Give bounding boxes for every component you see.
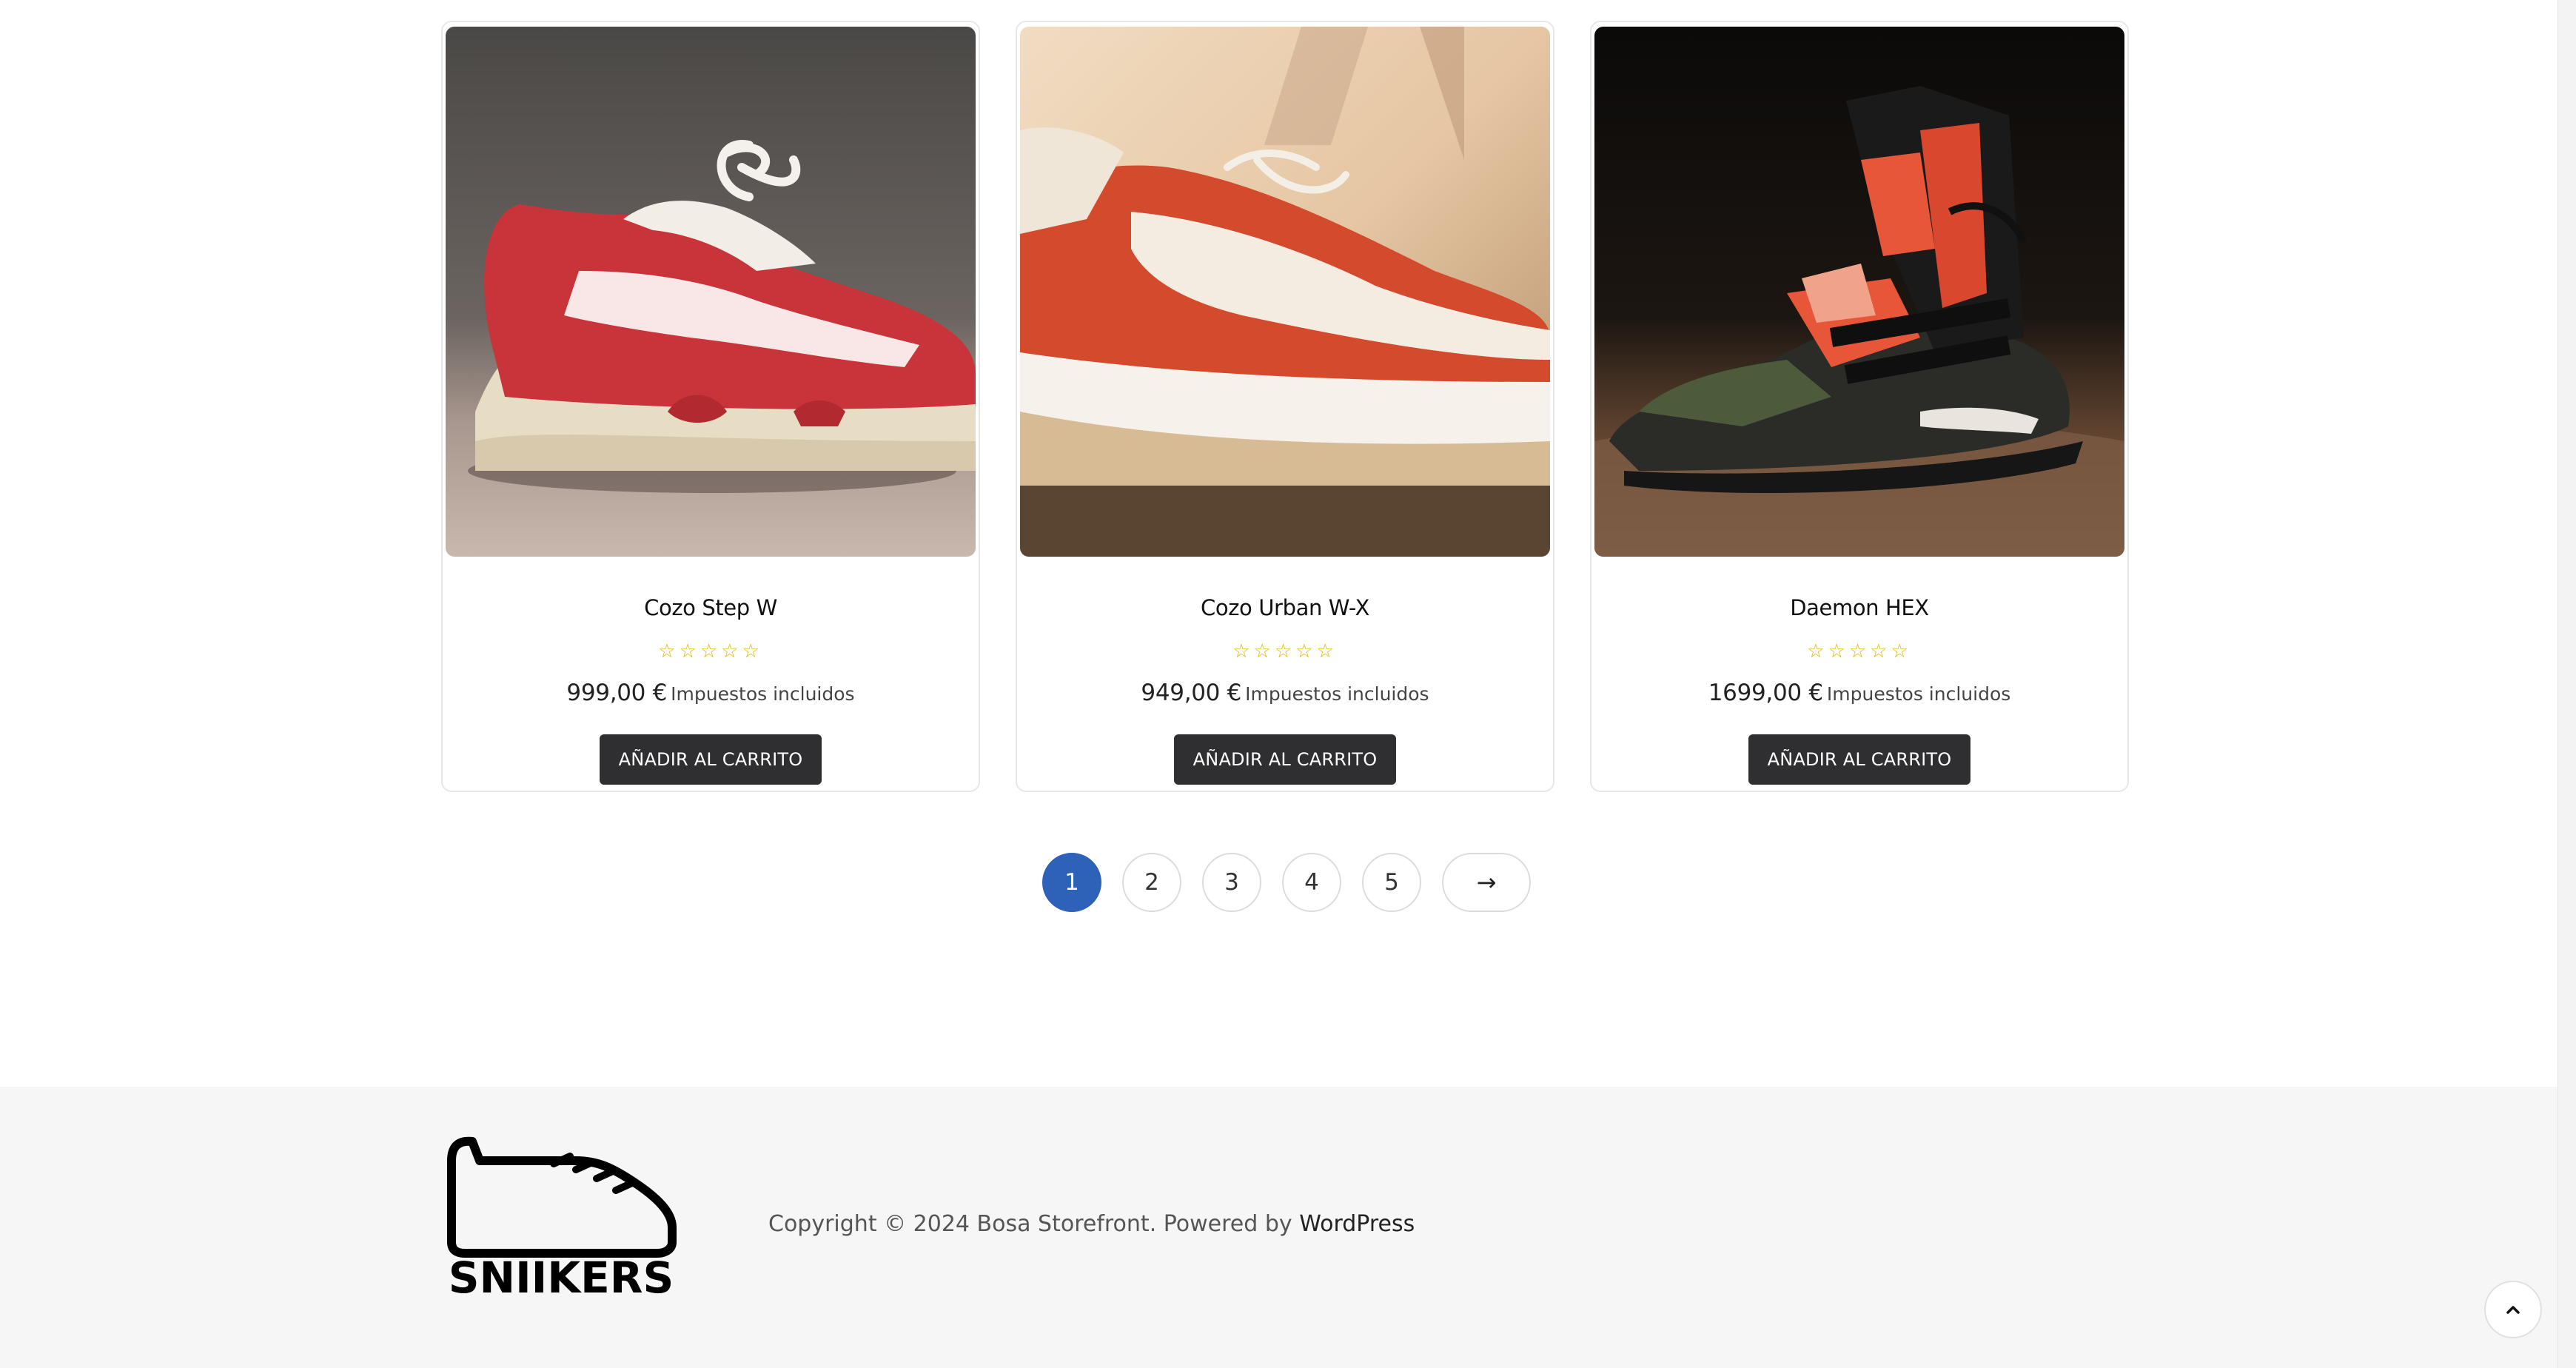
page-3-button[interactable]: 3 xyxy=(1202,853,1261,912)
page-5-button[interactable]: 5 xyxy=(1362,853,1421,912)
page-4-button[interactable]: 4 xyxy=(1282,853,1341,912)
product-card: Cozo Step W ☆☆☆☆☆ 999,00 € Impuestos inc… xyxy=(441,21,980,792)
price-line: 1699,00 € Impuestos incluidos xyxy=(1591,680,2127,706)
product-title[interactable]: Cozo Urban W-X xyxy=(1017,595,1553,620)
product-grid-section: Cozo Step W ☆☆☆☆☆ 999,00 € Impuestos inc… xyxy=(0,0,2558,1087)
product-card: Cozo Urban W-X ☆☆☆☆☆ 949,00 € Impuestos … xyxy=(1016,21,1554,792)
scrollbar[interactable] xyxy=(2557,0,2576,1368)
star-rating: ☆☆☆☆☆ xyxy=(658,640,763,662)
product-card: Daemon HEX ☆☆☆☆☆ 1699,00 € Impuestos inc… xyxy=(1590,21,2129,792)
product-image[interactable] xyxy=(1020,27,1550,557)
wordpress-link[interactable]: WordPress xyxy=(1299,1211,1415,1237)
product-image[interactable] xyxy=(1594,27,2124,557)
add-to-cart-button[interactable]: AÑADIR AL CARRITO xyxy=(1748,734,1970,785)
price-line: 949,00 € Impuestos incluidos xyxy=(1017,680,1553,706)
tax-note: Impuestos incluidos xyxy=(1826,683,2011,705)
copyright-text: Copyright © 2024 Bosa Storefront. Powere… xyxy=(768,1211,1415,1237)
arrow-right-icon: → xyxy=(1476,868,1497,896)
tax-note: Impuestos incluidos xyxy=(671,683,855,705)
star-rating: ☆☆☆☆☆ xyxy=(1232,640,1338,662)
next-page-button[interactable]: → xyxy=(1442,853,1531,912)
add-to-cart-button[interactable]: AÑADIR AL CARRITO xyxy=(600,734,822,785)
product-price: 999,00 € xyxy=(566,680,668,706)
copyright-label: Copyright © 2024 Bosa Storefront. Powere… xyxy=(768,1211,1300,1237)
back-to-top-button[interactable] xyxy=(2484,1281,2542,1338)
product-price: 1699,00 € xyxy=(1708,680,1823,706)
product-price: 949,00 € xyxy=(1141,680,1242,706)
site-footer: SNIIKERS Copyright © 2024 Bosa Storefron… xyxy=(0,1087,2558,1368)
product-title[interactable]: Daemon HEX xyxy=(1591,595,2127,620)
star-rating: ☆☆☆☆☆ xyxy=(1807,640,1912,662)
page-1-button[interactable]: 1 xyxy=(1042,853,1101,912)
tax-note: Impuestos incluidos xyxy=(1245,683,1429,705)
product-image[interactable] xyxy=(446,27,976,557)
add-to-cart-button[interactable]: AÑADIR AL CARRITO xyxy=(1174,734,1396,785)
sneaker-logo-icon xyxy=(447,1136,677,1258)
chevron-up-icon xyxy=(2506,1306,2520,1314)
site-logo[interactable]: SNIIKERS xyxy=(443,1131,680,1298)
price-line: 999,00 € Impuestos incluidos xyxy=(443,680,979,706)
logo-wordmark: SNIIKERS xyxy=(449,1253,674,1298)
page-2-button[interactable]: 2 xyxy=(1122,853,1181,912)
product-title[interactable]: Cozo Step W xyxy=(443,595,979,620)
